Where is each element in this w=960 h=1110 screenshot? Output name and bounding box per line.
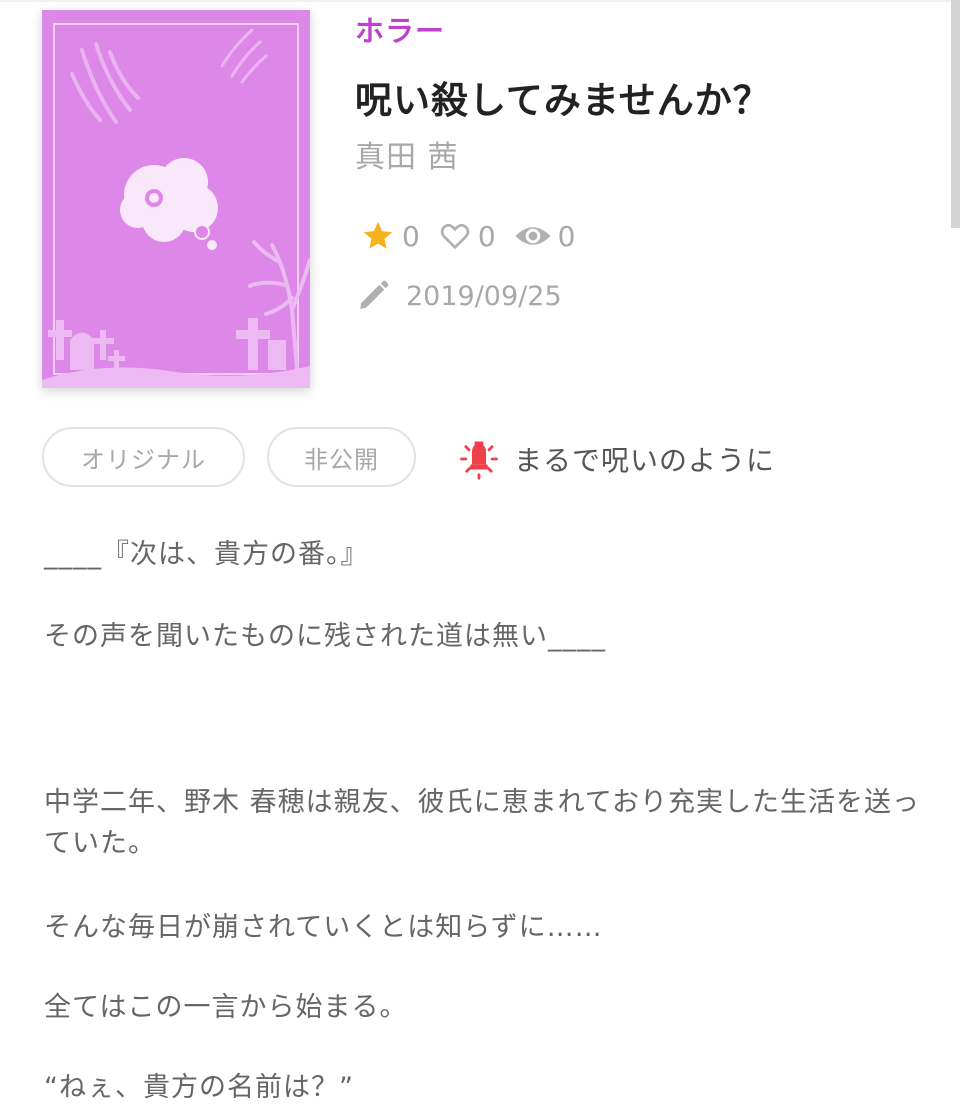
update-date: 2019/09/25 bbox=[356, 276, 562, 316]
view-count-value: 0 bbox=[557, 219, 576, 253]
story-paragraph-6: “ねぇ、貴方の名前は？” bbox=[44, 1072, 354, 1103]
story-paragraph-4: そんな毎日が崩されていくとは知らずに…… bbox=[44, 912, 603, 943]
genre-label[interactable]: ホラー bbox=[355, 8, 445, 50]
author-name[interactable]: 真田 茜 bbox=[355, 132, 459, 176]
update-date-value: 2019/09/25 bbox=[406, 280, 562, 312]
story-paragraph-5: 全てはこの一言から始まる。 bbox=[44, 992, 408, 1023]
like-count[interactable]: 0 bbox=[438, 220, 496, 253]
work-stats: 0 0 0 bbox=[360, 216, 593, 256]
cover-illustration bbox=[42, 10, 310, 388]
heart-icon bbox=[440, 223, 470, 250]
view-count: 0 bbox=[514, 219, 576, 253]
eye-icon bbox=[515, 227, 551, 245]
work-title: 呪い殺してみませんか？ bbox=[355, 79, 771, 122]
story-paragraph-1: ____『次は、貴方の番。』 bbox=[44, 539, 369, 570]
tag-private[interactable]: 非公開 bbox=[267, 427, 416, 487]
like-count-value: 0 bbox=[477, 219, 496, 253]
star-icon bbox=[363, 221, 393, 249]
star-count-value: 0 bbox=[402, 219, 420, 253]
lightbulb-icon bbox=[460, 441, 498, 480]
star-count: 0 bbox=[360, 219, 420, 253]
story-paragraph-2: その声を聞いたものに残された道は無い____ bbox=[44, 621, 606, 652]
book-cover[interactable] bbox=[42, 10, 310, 388]
pencil-icon bbox=[360, 280, 389, 309]
story-paragraph-3: 中学二年、野木 春穂は親友、彼氏に恵まれており充実した生活を送っていた。 bbox=[44, 787, 920, 859]
catchphrase-text: まるで呪いのように bbox=[514, 444, 776, 477]
work-detail-page: ホラー 呪い殺してみませんか？ 真田 茜 0 0 0 2019/09/25 オリ… bbox=[0, 0, 960, 1110]
top-divider bbox=[0, 0, 960, 2]
catchphrase: まるで呪いのように bbox=[458, 437, 775, 481]
scrollbar[interactable] bbox=[951, 0, 960, 228]
tag-original[interactable]: オリジナル bbox=[42, 427, 245, 487]
